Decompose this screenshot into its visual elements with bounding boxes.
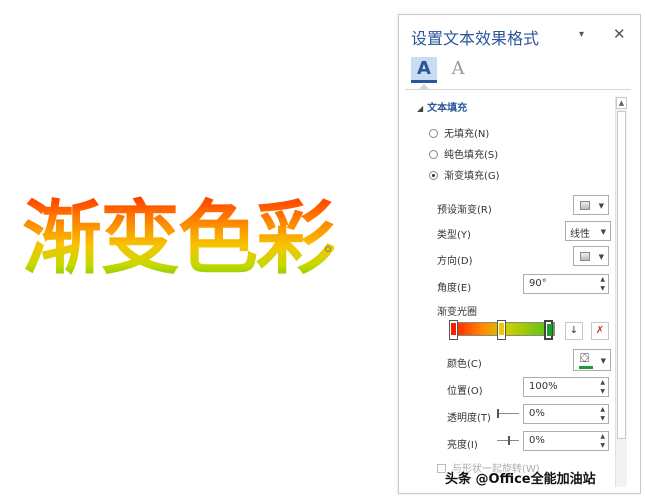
- radio-no-fill[interactable]: 无填充(N): [429, 125, 489, 140]
- angle-label: 角度(E): [437, 283, 472, 294]
- brightness-label: 亮度(I): [447, 440, 478, 451]
- preset-swatch-icon: [580, 201, 590, 210]
- gradient-stop-1[interactable]: [449, 320, 458, 340]
- collapse-triangle-icon: ◢: [417, 104, 424, 113]
- radio-circle-selected[interactable]: [429, 171, 438, 180]
- fill-color-dropdown[interactable]: ⛋ ▼: [573, 349, 611, 371]
- spin-up-icon[interactable]: ▲: [600, 406, 605, 413]
- pane-title: 设置文本效果格式: [411, 29, 540, 48]
- color-label: 颜色(C): [447, 359, 482, 370]
- transparency-slider[interactable]: [497, 409, 519, 419]
- stop-color-swatch: [499, 323, 504, 335]
- radio-gradient-fill-label: 渐变填充(G): [444, 171, 500, 182]
- spin-down-icon[interactable]: ▼: [600, 442, 605, 449]
- radio-solid-fill[interactable]: 纯色填充(S): [429, 146, 498, 161]
- radio-gradient-fill[interactable]: 渐变填充(G): [429, 167, 500, 182]
- radio-no-fill-label: 无填充(N): [444, 129, 490, 140]
- pane-options-chevron-icon[interactable]: ▾: [579, 29, 584, 40]
- gradient-stops-label: 渐变光圈: [437, 307, 477, 318]
- chevron-down-icon: ▼: [598, 202, 604, 210]
- tab-text-effects-icon[interactable]: A: [445, 57, 471, 83]
- screen: 渐变色彩 设置文本效果格式 ▾ ✕ A A ▲ ◢ 文本填充 无填充(N) 纯色填…: [0, 0, 645, 501]
- transparency-spinner[interactable]: 0% ▲ ▼: [523, 404, 609, 424]
- chevron-down-icon: ▼: [598, 253, 604, 261]
- chevron-down-icon: ▼: [600, 357, 606, 365]
- preset-gradients-dropdown[interactable]: ▼: [573, 195, 609, 215]
- slider-knob[interactable]: [508, 436, 510, 445]
- remove-gradient-stop-icon[interactable]: ✗: [591, 322, 609, 340]
- type-label: 类型(Y): [437, 230, 471, 241]
- brightness-value: 0%: [529, 435, 545, 446]
- angle-value: 90°: [529, 278, 547, 289]
- spin-up-icon[interactable]: ▲: [600, 276, 605, 283]
- radio-solid-fill-label: 纯色填充(S): [444, 150, 499, 161]
- type-select-value: 线性: [570, 229, 590, 240]
- tab-divider: [405, 89, 631, 90]
- spin-down-icon[interactable]: ▼: [600, 388, 605, 395]
- text-cursor-marker: [325, 246, 331, 252]
- transparency-value: 0%: [529, 408, 545, 419]
- brightness-slider[interactable]: [497, 436, 519, 446]
- spin-down-icon[interactable]: ▼: [600, 415, 605, 422]
- radio-circle[interactable]: [429, 150, 438, 159]
- gradient-text[interactable]: 渐变色彩: [22, 190, 336, 286]
- spin-down-icon[interactable]: ▼: [600, 285, 605, 292]
- angle-spinner[interactable]: 90° ▲ ▼: [523, 274, 609, 294]
- scroll-up-icon[interactable]: ▲: [616, 97, 627, 109]
- direction-dropdown[interactable]: ▼: [573, 246, 609, 266]
- watermark: 头条 @Office全能加油站: [445, 472, 596, 487]
- position-spinner[interactable]: 100% ▲ ▼: [523, 377, 609, 397]
- position-label: 位置(O): [447, 386, 483, 397]
- stop-color-swatch: [547, 324, 552, 336]
- transparency-label: 透明度(T): [447, 413, 491, 424]
- preset-gradients-label: 预设渐变(R): [437, 205, 492, 216]
- type-select[interactable]: 线性 ▼: [565, 221, 611, 241]
- chevron-down-icon: ▼: [600, 228, 606, 236]
- scroll-thumb[interactable]: [617, 111, 626, 439]
- direction-swatch-icon: [580, 252, 590, 261]
- slider-knob[interactable]: [497, 409, 499, 418]
- brightness-spinner[interactable]: 0% ▲ ▼: [523, 431, 609, 451]
- radio-circle[interactable]: [429, 129, 438, 138]
- spin-up-icon[interactable]: ▲: [600, 379, 605, 386]
- close-icon[interactable]: ✕: [613, 25, 626, 43]
- section-text-fill-header[interactable]: ◢ 文本填充: [417, 99, 467, 114]
- section-text-fill-label: 文本填充: [427, 103, 468, 114]
- position-value: 100%: [529, 381, 558, 392]
- paint-bucket-icon: ⛋: [580, 351, 590, 365]
- tab-text-fill-outline-icon[interactable]: A: [411, 57, 437, 83]
- add-gradient-stop-icon[interactable]: ↓: [565, 322, 583, 340]
- direction-label: 方向(D): [437, 256, 473, 267]
- stop-color-swatch: [451, 323, 456, 335]
- document-text[interactable]: 渐变色彩: [22, 190, 402, 290]
- slider-track: [497, 413, 519, 414]
- current-color-bar: [579, 366, 593, 369]
- format-text-effects-pane: 设置文本效果格式 ▾ ✕ A A ▲ ◢ 文本填充 无填充(N) 纯色填充(S) …: [398, 14, 641, 494]
- pane-scrollbar[interactable]: ▲: [615, 97, 627, 487]
- spin-up-icon[interactable]: ▲: [600, 433, 605, 440]
- gradient-stop-3[interactable]: [544, 320, 553, 340]
- gradient-stop-2[interactable]: [497, 320, 506, 340]
